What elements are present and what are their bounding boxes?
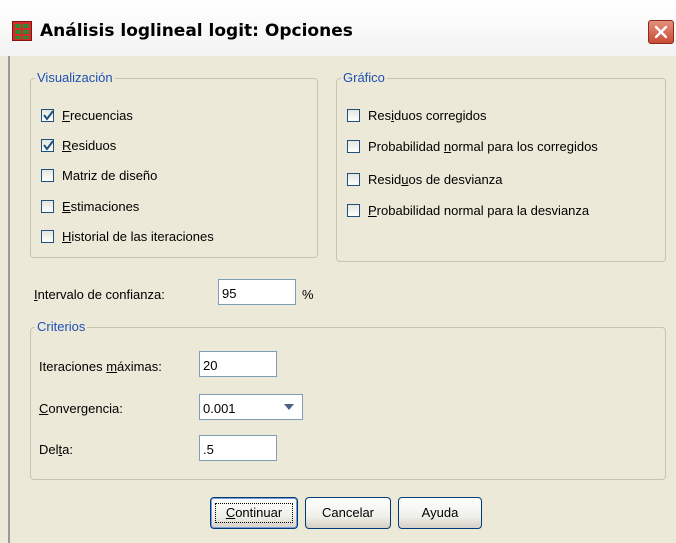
checkbox-box[interactable] [41,108,54,122]
grafico-group: Gráfico Residuos corregidos Probabilidad… [336,70,666,262]
checkbox-historial-iteraciones[interactable]: Historial de las iteraciones [41,226,214,246]
checkbox-label: Historial de las iteraciones [62,228,214,244]
checkbox-label: Estimaciones [62,198,140,214]
convergence-select[interactable]: 0.001 [199,394,303,420]
checkbox-label: Frecuencias [62,107,133,123]
checkbox-prob-normal-desvianza[interactable]: Probabilidad normal para la desvianza [347,200,589,220]
max-iterations-input[interactable]: 20 [199,351,277,377]
convergence-label: Convergencia: [39,401,123,416]
checkbox-residuos-corregidos[interactable]: Residuos corregidos [347,105,487,125]
confidence-unit: % [302,287,314,302]
checkbox-box[interactable] [41,229,54,243]
dialog-left-edge [8,56,10,543]
confidence-label: Intervalo de confianza: [34,287,165,302]
convergence-value: 0.001 [203,401,236,416]
close-icon [654,25,668,39]
visualizacion-legend: Visualización [35,70,115,85]
spss-table-icon [12,21,32,41]
checkbox-label: Residuos de desvianza [368,171,503,187]
checkbox-box[interactable] [347,172,360,186]
title-bar: Análisis loglineal logit: Opciones [0,0,676,57]
checkbox-box[interactable] [347,108,360,122]
close-button[interactable] [648,20,674,44]
help-button[interactable]: Ayuda [398,497,482,529]
criterios-group: Criterios [30,319,666,480]
continuar-button[interactable]: Continuar [210,497,298,529]
checkbox-frecuencias[interactable]: Frecuencias [41,105,133,125]
visualizacion-group: Visualización Frecuencias Residuos Matri… [30,70,318,258]
delta-input[interactable]: .5 [199,435,277,461]
checkbox-label: Probabilidad normal para la desvianza [368,202,590,218]
checkbox-label: Residuos corregidos [368,107,487,123]
checkbox-label: Probabilidad normal para los corregidos [368,138,598,154]
checkbox-matriz-diseno[interactable]: Matriz de diseño [41,165,157,185]
criterios-legend: Criterios [35,319,88,334]
chevron-down-icon[interactable] [284,404,294,410]
checkbox-box[interactable] [347,203,360,217]
focus-ring [215,503,293,523]
checkbox-residuos[interactable]: Residuos [41,135,116,155]
checkbox-prob-normal-corregidos[interactable]: Probabilidad normal para los corregidos [347,136,598,156]
checkbox-box[interactable] [41,168,54,182]
checkbox-label: Matriz de diseño [62,167,158,183]
check-icon [43,139,54,151]
window-title: Análisis loglineal logit: Opciones [40,21,353,41]
checkbox-residuos-desvianza[interactable]: Residuos de desvianza [347,169,502,189]
checkbox-label: Residuos [62,137,117,153]
checkbox-box[interactable] [41,138,54,152]
max-iterations-label: Iteraciones máximas: [39,359,162,374]
confidence-input[interactable]: 95 [218,279,296,305]
checkbox-box[interactable] [41,199,54,213]
checkbox-box[interactable] [347,139,360,153]
cancel-button[interactable]: Cancelar [305,497,391,529]
delta-label: Delta: [39,442,73,457]
check-icon [43,109,54,121]
checkbox-estimaciones[interactable]: Estimaciones [41,196,139,216]
grafico-legend: Gráfico [341,70,387,85]
